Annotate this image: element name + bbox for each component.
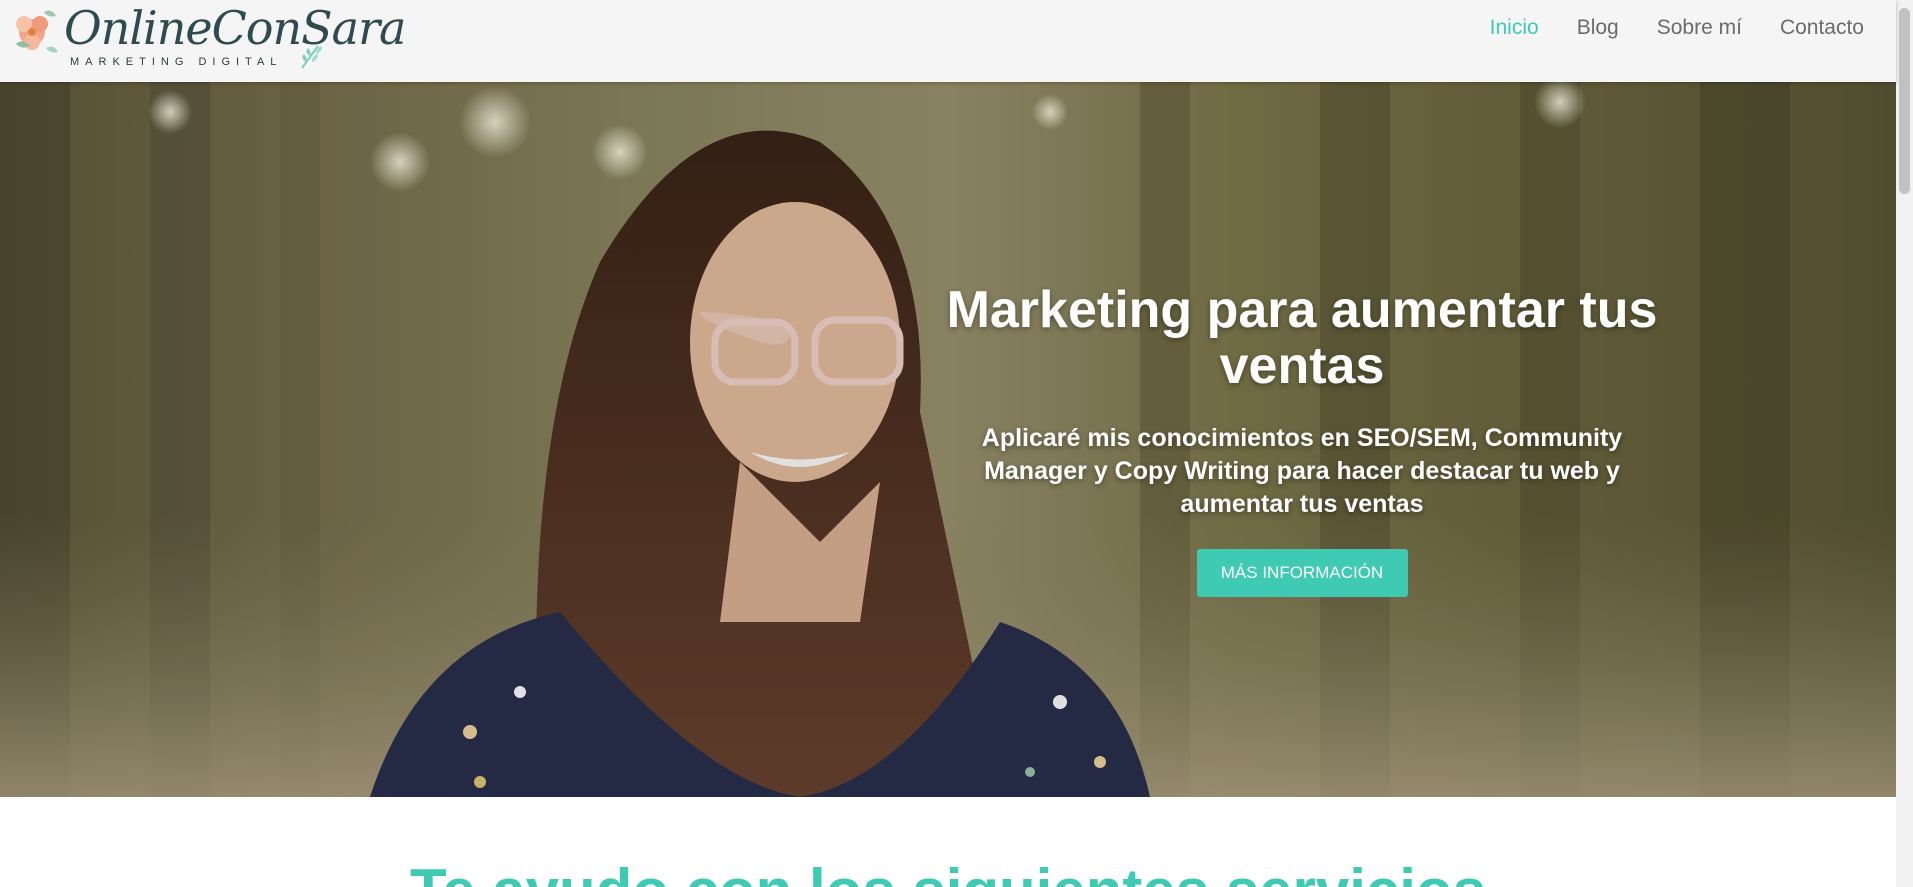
hero-content: Marketing para aumentar tus ventas Aplic… bbox=[930, 282, 1674, 597]
flower-icon bbox=[16, 10, 58, 53]
services-heading: Te ayudo con los siguientes servicios bbox=[0, 856, 1896, 887]
site-logo[interactable]: OnlineConSara MARKETING DIGITAL bbox=[10, 1, 406, 72]
nav-item-contacto[interactable]: Contacto bbox=[1780, 14, 1864, 42]
logo-wordmark: OnlineConSara bbox=[64, 1, 406, 55]
main-nav: Inicio Blog Sobre mí Contacto bbox=[1490, 14, 1864, 42]
mas-informacion-button[interactable]: MÁS INFORMACIÓN bbox=[1196, 549, 1408, 597]
leaf-icon bbox=[301, 45, 322, 69]
logo-tagline: MARKETING DIGITAL bbox=[70, 56, 283, 68]
nav-item-sobre-mi[interactable]: Sobre mí bbox=[1657, 14, 1742, 42]
site-header: OnlineConSara MARKETING DIGITAL Inicio B… bbox=[0, 0, 1896, 82]
nav-item-inicio[interactable]: Inicio bbox=[1490, 14, 1539, 42]
hero-title: Marketing para aumentar tus ventas bbox=[946, 281, 1658, 395]
scrollbar-thumb[interactable] bbox=[1899, 8, 1910, 194]
hero-subtitle: Aplicaré mis conocimientos en SEO/SEM, C… bbox=[981, 424, 1623, 518]
page-scrollbar[interactable] bbox=[1896, 0, 1913, 887]
nav-item-blog[interactable]: Blog bbox=[1577, 14, 1619, 42]
hero-section: Marketing para aumentar tus ventas Aplic… bbox=[0, 82, 1896, 797]
